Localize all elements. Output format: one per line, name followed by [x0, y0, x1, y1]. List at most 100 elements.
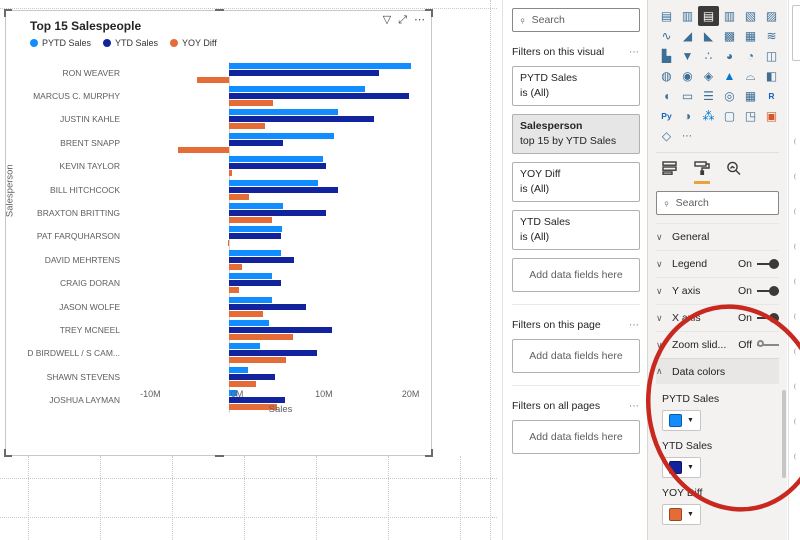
card-icon[interactable]: ▭	[677, 86, 698, 106]
bar-ytd-sales[interactable]	[229, 373, 275, 380]
stacked-bar-chart-icon[interactable]: ▤	[656, 6, 677, 26]
bar-ytd-sales[interactable]	[229, 163, 326, 170]
arcgis-map-icon[interactable]: ⌓	[740, 66, 761, 86]
slicer-icon[interactable]: ◧	[761, 66, 782, 86]
smart-narrative-icon[interactable]: ◳	[740, 106, 761, 126]
bar-ytd-sales[interactable]	[229, 139, 284, 146]
bar-ytd-sales[interactable]	[229, 350, 318, 357]
bar-pytd-sales[interactable]	[229, 319, 269, 326]
bar-ytd-sales[interactable]	[229, 93, 409, 100]
filter-funnel-icon[interactable]: ▽	[383, 14, 391, 26]
bar-pytd-sales[interactable]	[229, 226, 283, 233]
bar-yoy-diff[interactable]	[229, 310, 264, 317]
bar-yoy-diff[interactable]	[229, 193, 250, 200]
resize-handle[interactable]	[425, 449, 433, 457]
data-colors-section[interactable]: ∧ Data colors	[656, 358, 779, 384]
bar-pytd-sales[interactable]	[229, 109, 338, 116]
clustered-bar-chart-icon[interactable]: ▤	[698, 6, 719, 26]
bar-yoy-diff[interactable]	[229, 100, 273, 107]
waterfall-chart-icon[interactable]: ▙	[656, 46, 677, 66]
color-swatch-dropdown[interactable]: ▼	[662, 457, 701, 478]
filter-card-salesperson[interactable]: Salesperson top 15 by YTD Sales	[512, 114, 640, 154]
bar-pytd-sales[interactable]	[229, 343, 261, 350]
map-icon[interactable]: ◍	[656, 66, 677, 86]
100-stacked-column-chart-icon[interactable]: ▨	[761, 6, 782, 26]
format-pane-scrollbar[interactable]	[782, 390, 786, 478]
area-chart-icon[interactable]: ◢	[677, 26, 698, 46]
add-data-fields-dropzone[interactable]: Add data fields here	[512, 339, 640, 373]
bar-pytd-sales[interactable]	[229, 249, 282, 256]
stacked-column-chart-icon[interactable]: ▥	[677, 6, 698, 26]
bar-yoy-diff[interactable]	[229, 123, 266, 130]
bar-yoy-diff[interactable]	[229, 333, 293, 340]
format-section-zoom-slid-[interactable]: ∨ Zoom slid... Off	[656, 331, 779, 358]
azure-map-icon[interactable]: ▲	[719, 66, 740, 86]
analytics-tab[interactable]	[726, 161, 742, 184]
bar-pytd-sales[interactable]	[229, 132, 335, 139]
bar-pytd-sales[interactable]	[229, 366, 249, 373]
decomposition-tree-icon[interactable]: ⁂	[698, 106, 719, 126]
bar-yoy-diff[interactable]	[229, 217, 272, 224]
bar-yoy-diff[interactable]	[197, 76, 230, 83]
key-influencers-icon[interactable]: ◑	[677, 106, 698, 126]
line-stacked-column-chart-icon[interactable]: ▩	[719, 26, 740, 46]
fields-tab[interactable]	[662, 161, 678, 184]
focus-mode-icon[interactable]: ⤢	[398, 14, 407, 26]
paginated-report-icon[interactable]: ▣	[761, 106, 782, 126]
bar-ytd-sales[interactable]	[229, 186, 338, 193]
kpi-icon[interactable]: ◎	[719, 86, 740, 106]
bar-yoy-diff[interactable]	[229, 170, 233, 177]
bar-ytd-sales[interactable]	[229, 69, 379, 76]
filter-card-pytd-sales[interactable]: PYTD Sales is (All)	[512, 66, 640, 106]
ribbon-chart-icon[interactable]: ≋	[761, 26, 782, 46]
bar-yoy-diff[interactable]	[178, 146, 230, 153]
bar-ytd-sales[interactable]	[229, 280, 282, 287]
bar-ytd-sales[interactable]	[229, 256, 295, 263]
format-search-input[interactable]: ⌕ Search	[656, 191, 779, 215]
resize-handle[interactable]	[214, 455, 224, 457]
format-section-y-axis[interactable]: ∨ Y axis On	[656, 277, 779, 304]
add-data-fields-dropzone[interactable]: Add data fields here	[512, 258, 640, 292]
stacked-area-chart-icon[interactable]: ◣	[698, 26, 719, 46]
toggle-switch[interactable]	[757, 258, 779, 270]
filter-card-ytd-sales[interactable]: YTD Sales is (All)	[512, 210, 640, 250]
toggle-switch[interactable]	[757, 285, 779, 297]
bar-chart-visual[interactable]: ▽ ⤢ ⋯ Top 15 Salespeople PYTD Sales YTD Sal…	[4, 9, 433, 457]
format-section-x-axis[interactable]: ∨ X axis On	[656, 304, 779, 331]
filter-card-yoy-diff[interactable]: YOY Diff is (All)	[512, 162, 640, 202]
gauge-icon[interactable]: ◖	[656, 86, 677, 106]
bar-ytd-sales[interactable]	[229, 116, 374, 123]
add-data-fields-dropzone[interactable]: Add data fields here	[512, 420, 640, 454]
more-options-icon[interactable]: ⋯	[629, 320, 640, 331]
funnel-chart-icon[interactable]: ▼	[677, 46, 698, 66]
format-tab[interactable]	[694, 161, 710, 184]
more-options-icon[interactable]: ⋯	[414, 14, 425, 26]
format-section-general[interactable]: ∨ General	[656, 223, 779, 250]
filters-search-input[interactable]: ⌕ Search	[512, 8, 640, 32]
bar-yoy-diff[interactable]	[229, 287, 239, 294]
bar-pytd-sales[interactable]	[229, 156, 323, 163]
filled-map-icon[interactable]: ◉	[677, 66, 698, 86]
bar-pytd-sales[interactable]	[229, 86, 366, 93]
100-stacked-bar-chart-icon[interactable]: ▧	[740, 6, 761, 26]
line-chart-icon[interactable]: ∿	[656, 26, 677, 46]
report-canvas[interactable]: ▽ ⤢ ⋯ Top 15 Salespeople PYTD Sales YTD Sal…	[0, 0, 501, 540]
format-section-legend[interactable]: ∨ Legend On	[656, 250, 779, 277]
scatter-chart-icon[interactable]: ∴	[698, 46, 719, 66]
multi-row-card-icon[interactable]: ☰	[698, 86, 719, 106]
bar-pytd-sales[interactable]	[229, 62, 411, 69]
bar-pytd-sales[interactable]	[229, 273, 272, 280]
treemap-icon[interactable]: ◫	[761, 46, 782, 66]
donut-chart-icon[interactable]: ◔	[740, 46, 761, 66]
color-swatch-dropdown[interactable]: ▼	[662, 504, 701, 525]
bar-pytd-sales[interactable]	[229, 179, 319, 186]
bar-yoy-diff[interactable]	[229, 263, 243, 270]
color-swatch-dropdown[interactable]: ▼	[662, 410, 701, 431]
bar-ytd-sales[interactable]	[229, 233, 282, 240]
bar-pytd-sales[interactable]	[229, 203, 284, 210]
shape-map-icon[interactable]: ◈	[698, 66, 719, 86]
more-visuals-icon[interactable]: ⋯	[677, 126, 698, 146]
resize-handle[interactable]	[4, 449, 12, 457]
toggle-switch[interactable]	[757, 312, 779, 324]
toggle-switch[interactable]	[757, 339, 779, 351]
